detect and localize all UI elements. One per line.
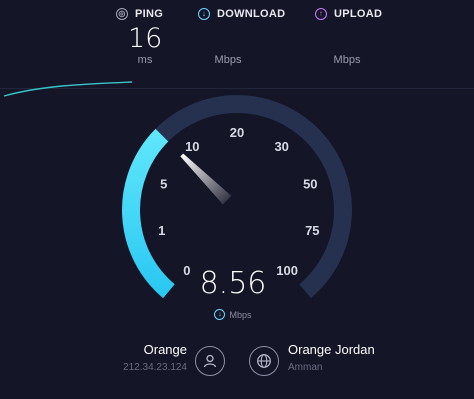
- gauge-tick-label: 10: [185, 139, 199, 154]
- speed-gauge: 0151020305075100: [3, 81, 352, 299]
- gauge-tick-label: 30: [274, 139, 288, 154]
- current-speed-value: 8.56: [199, 266, 267, 301]
- change-server-button[interactable]: [249, 346, 279, 376]
- isp-name: Orange: [143, 342, 187, 357]
- user-profile-button[interactable]: [195, 346, 225, 376]
- globe-icon: [257, 354, 271, 368]
- gauge-tick-label: 75: [305, 223, 319, 238]
- server-location: Amman: [288, 362, 323, 373]
- download-graph-line: [3, 81, 133, 97]
- current-speed-unit-label: Mbps: [229, 309, 252, 320]
- gauge-tick-labels: 0151020305075100: [158, 125, 319, 278]
- server-name: Orange Jordan: [288, 342, 375, 357]
- gauge-needle: [180, 153, 232, 205]
- gauge-tick-label: 20: [230, 125, 244, 140]
- gauge-tick-label: 50: [303, 176, 317, 191]
- gauge-tick-label: 5: [160, 176, 167, 191]
- isp-ip: 212.34.23.124: [123, 362, 187, 373]
- gauge-progress-fill: [122, 128, 175, 299]
- current-speed-unit: ↓ Mbps: [200, 309, 266, 320]
- gauge-tick-label: 100: [276, 263, 298, 278]
- download-arrow-icon: ↓: [214, 309, 226, 320]
- user-icon: [203, 354, 217, 368]
- gauge-tick-label: 1: [158, 223, 165, 238]
